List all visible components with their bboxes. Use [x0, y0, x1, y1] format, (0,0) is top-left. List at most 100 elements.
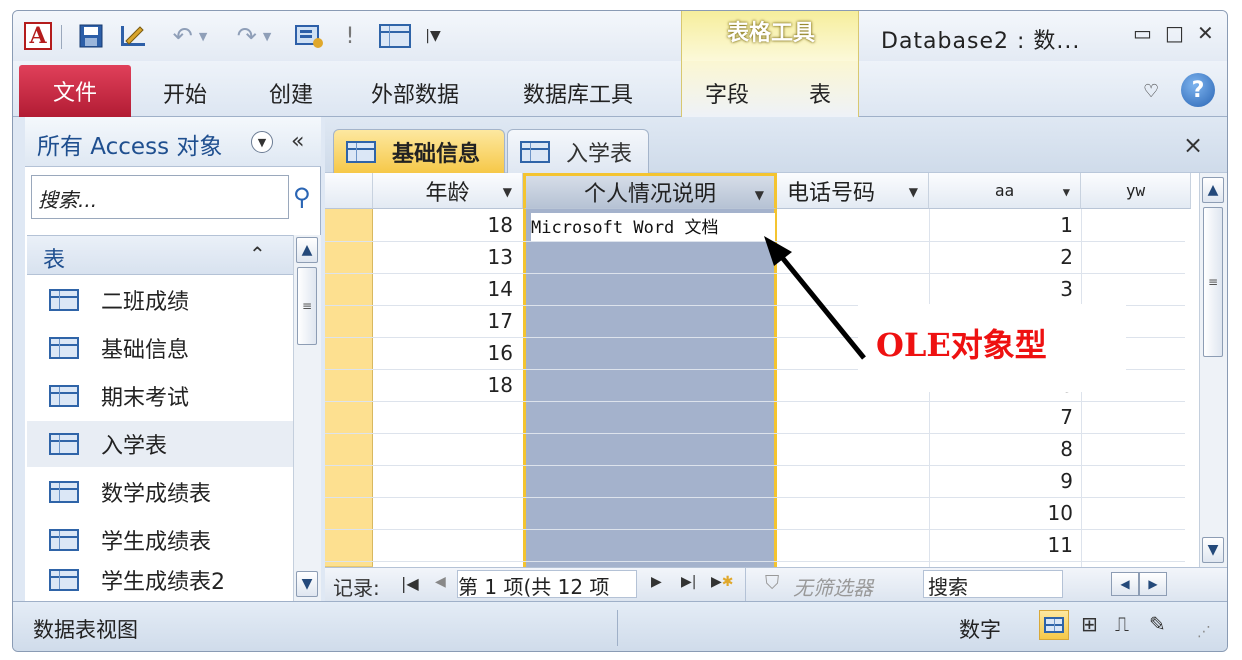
select-all-corner[interactable] — [325, 173, 373, 209]
grid-scroll-thumb[interactable]: ≡ — [1203, 207, 1223, 357]
tab-home[interactable]: 开始 — [163, 77, 207, 109]
column-header-aa[interactable]: aa ▼ — [929, 173, 1081, 209]
nav-item-table[interactable]: 数学成绩表 — [27, 469, 293, 515]
navigation-pane: 所有 Access 对象 ▼ « 搜索... ⚲ 表 ⌃ 二班成绩 基础信息 期… — [25, 117, 321, 601]
cell-aa[interactable]: 8 — [929, 437, 1073, 461]
nav-item-table[interactable]: 学生成绩表2 — [27, 557, 293, 603]
cell-age[interactable]: 18 — [373, 373, 513, 397]
cell-age[interactable]: 16 — [373, 341, 513, 365]
undo-icon[interactable]: ↶ ▼ — [163, 21, 217, 51]
cell-ole-object[interactable]: Microsoft Word 文档 — [531, 213, 775, 241]
next-record-button[interactable]: ▶ — [651, 574, 662, 590]
design-view-icon[interactable] — [115, 21, 151, 51]
table-icon — [520, 140, 550, 163]
filter-icon[interactable]: ⛉ — [765, 572, 779, 594]
nav-item-table[interactable]: 基础信息 — [27, 325, 293, 371]
refresh-icon[interactable] — [291, 21, 327, 51]
cell-age[interactable]: 14 — [373, 277, 513, 301]
chevron-down-icon[interactable]: ▼ — [503, 185, 512, 199]
no-filter-label[interactable]: 无筛选器 — [793, 572, 873, 601]
column-header-age[interactable]: 年龄 ▼ — [373, 173, 523, 209]
previous-record-button[interactable]: ◀ — [435, 574, 446, 590]
run-icon[interactable]: ǃ — [339, 21, 361, 51]
search-icon[interactable]: ⚲ — [293, 183, 311, 211]
design-view-status-icon[interactable]: ✎ — [1149, 612, 1166, 636]
column-header-label: aa — [994, 181, 1015, 200]
table-icon — [49, 337, 79, 359]
nav-scroll-thumb[interactable]: ≡ — [297, 267, 317, 345]
nav-pane-title[interactable]: 所有 Access 对象 — [37, 127, 222, 161]
cell-aa[interactable]: 9 — [929, 469, 1073, 493]
ribbon-minimize-icon[interactable]: ♡ — [1143, 81, 1159, 102]
minimize-button[interactable]: ▭ — [1133, 21, 1152, 45]
cell-aa[interactable]: 1 — [929, 213, 1073, 237]
redo-icon[interactable]: ↷ ▼ — [227, 21, 281, 51]
new-record-button[interactable]: ▶✱ — [711, 574, 734, 590]
chevron-down-icon[interactable]: ▼ — [1063, 185, 1070, 199]
nav-item-label: 入学表 — [101, 434, 168, 459]
close-document-button[interactable]: × — [1183, 131, 1203, 159]
doc-tab[interactable]: 入学表 — [507, 129, 649, 173]
nav-collapse-button[interactable]: « — [291, 129, 304, 154]
last-record-button[interactable]: ▶| — [681, 574, 696, 590]
group-collapse-icon[interactable]: ⌃ — [249, 242, 266, 266]
cell-aa[interactable]: 11 — [929, 533, 1073, 557]
pivottable-view-icon[interactable]: ⊞ — [1081, 612, 1098, 636]
tab-database-tools[interactable]: 数据库工具 — [523, 77, 633, 109]
grid-scrollbar[interactable]: ▲ ≡ ▼ — [1199, 173, 1227, 567]
chevron-down-icon[interactable]: ▼ — [909, 185, 918, 199]
annotation-arrow — [764, 236, 866, 360]
file-tab[interactable]: 文件 — [19, 65, 131, 117]
cell-age[interactable]: 17 — [373, 309, 513, 333]
record-selector-column[interactable] — [325, 209, 373, 567]
nav-item-table[interactable]: 二班成绩 — [27, 277, 293, 323]
customize-qat-icon[interactable]: |▼ — [417, 21, 449, 51]
save-icon[interactable] — [75, 21, 107, 51]
current-record-field[interactable]: 第 1 项(共 12 项 — [457, 570, 637, 598]
nav-search-input[interactable]: 搜索... — [31, 175, 289, 219]
scroll-down-icon[interactable]: ▼ — [296, 571, 318, 597]
cell-age[interactable]: 18 — [373, 213, 513, 237]
cell-age[interactable]: 13 — [373, 245, 513, 269]
tab-create[interactable]: 创建 — [269, 77, 313, 109]
tab-table[interactable]: 表 — [809, 77, 831, 109]
chevron-down-icon[interactable]: ▼ — [755, 188, 764, 202]
tab-external-data[interactable]: 外部数据 — [371, 77, 459, 109]
scroll-right-icon[interactable]: ▶ — [1139, 572, 1167, 596]
record-navigation-bar: 记录: |◀ ◀ 第 1 项(共 12 项 ▶ ▶| ▶✱ ⛉ 无筛选器 搜索 … — [325, 567, 1227, 602]
access-app-icon[interactable]: A — [21, 21, 55, 51]
help-icon[interactable]: ? — [1181, 73, 1215, 107]
scroll-down-icon[interactable]: ▼ — [1202, 537, 1224, 563]
doc-tab-active[interactable]: 基础信息 — [333, 129, 505, 173]
cell-aa[interactable]: 7 — [929, 405, 1073, 429]
scroll-up-icon[interactable]: ▲ — [1202, 177, 1224, 203]
datasheet-view-button[interactable] — [1039, 610, 1069, 640]
nav-item-label: 二班成绩 — [101, 290, 190, 315]
status-bar: 数据表视图 数字 ⊞ ⎍ ✎ ⋰ — [13, 601, 1227, 651]
cell-aa[interactable]: 3 — [929, 277, 1073, 301]
pivotchart-view-icon[interactable]: ⎍ — [1115, 612, 1129, 636]
nav-scrollbar[interactable]: ▲ ≡ ▼ — [293, 235, 321, 601]
nav-category-dropdown-icon[interactable]: ▼ — [251, 131, 273, 153]
cell-aa[interactable]: 10 — [929, 501, 1073, 525]
column-header-phone[interactable]: 电话号码 ▼ — [777, 173, 929, 209]
nav-item-table[interactable]: 期末考试 — [27, 373, 293, 419]
nav-group-header[interactable]: 表 ⌃ — [27, 235, 293, 275]
selected-column-body[interactable] — [523, 209, 777, 567]
table-view-icon[interactable] — [377, 21, 413, 51]
scroll-left-icon[interactable]: ◀ — [1111, 572, 1139, 596]
scroll-up-icon[interactable]: ▲ — [296, 237, 318, 263]
record-search-input[interactable]: 搜索 — [923, 570, 1063, 599]
close-window-button[interactable]: ✕ — [1197, 21, 1214, 45]
maximize-button[interactable]: □ — [1165, 21, 1184, 45]
cell-aa[interactable]: 2 — [929, 245, 1073, 269]
column-header-label: 个人情况说明 — [583, 182, 716, 207]
column-header-personal-notes[interactable]: 个人情况说明 ▼ — [523, 173, 777, 209]
first-record-button[interactable]: |◀ — [401, 574, 419, 593]
column-header-yw[interactable]: yw — [1081, 173, 1191, 209]
table-tools-label: 表格工具 — [726, 21, 815, 46]
resize-grip-icon[interactable]: ⋰ — [1197, 624, 1211, 640]
table-icon — [49, 289, 79, 311]
nav-item-table-selected[interactable]: 入学表 — [27, 421, 293, 467]
tab-fields[interactable]: 字段 — [705, 77, 749, 109]
